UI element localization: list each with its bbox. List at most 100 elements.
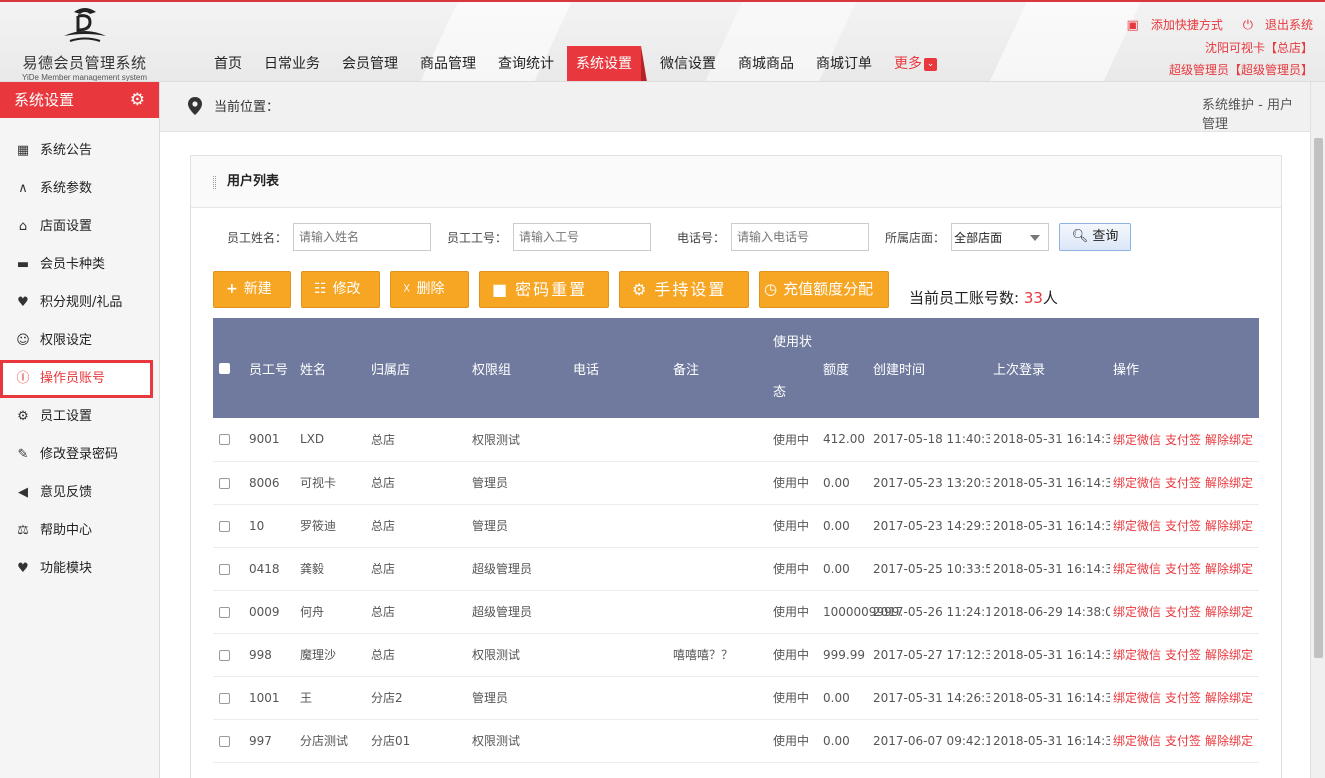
table-row[interactable]: 1001 王分店2 管理员 使用中 0.00 2017-05-31 14:26:39 201… [213, 676, 1259, 720]
query-button[interactable]: 🔍︎ 查询 [1059, 223, 1132, 251]
unbind-link[interactable]: 解除绑定 [1205, 519, 1253, 533]
delete-button[interactable]: ☓ 删除 [390, 271, 469, 308]
bind-wechat-link[interactable]: 绑定微信 [1113, 734, 1161, 748]
sidebar-item-feedback[interactable]: ◀ 意见反馈 [0, 474, 159, 512]
select-all-checkbox[interactable] [219, 362, 230, 374]
column-header[interactable]: 归属店 [368, 318, 469, 418]
column-header[interactable]: 备注 [670, 318, 770, 418]
sidebar-item-announcement[interactable]: ▦ 系统公告 [0, 132, 159, 170]
column-header[interactable]: 员工号 [246, 318, 297, 418]
table-row[interactable]: 0418 龚毅 总店 超级管理员 使用中 0.00 2017-05-25 10:33:50 2… [213, 547, 1259, 591]
table-row[interactable]: 997 分店测试 分店01 权限测试 使用中 0.00 2017-06-07 09:42:1… [213, 719, 1259, 763]
nav-item-wechat[interactable]: 微信设置 [651, 46, 725, 81]
nav-item-stats[interactable]: 查询统计 [489, 46, 563, 81]
current-store[interactable]: 沈阳可视卡【总店】 [1111, 37, 1313, 59]
sidebar-item-staff[interactable]: ⚙ 员工设置 [0, 398, 159, 436]
cell-store: 总店 [368, 504, 469, 548]
column-header[interactable]: 操作 [1110, 318, 1259, 418]
column-header[interactable]: 电话 [570, 318, 670, 418]
bind-wechat-link[interactable]: 绑定微信 [1113, 691, 1161, 705]
scrollbar-thumb[interactable] [1314, 138, 1323, 658]
staff-count-value: 33 [1023, 289, 1043, 307]
bind-wechat-link[interactable]: 绑定微信 [1113, 605, 1161, 619]
unbind-link[interactable]: 解除绑定 [1205, 648, 1253, 662]
unbind-link[interactable]: 解除绑定 [1205, 562, 1253, 576]
gear-icon[interactable]: ⚙ [130, 82, 145, 118]
new-button[interactable]: + 新建 [213, 271, 291, 308]
payment-sign-link[interactable]: 支付签 [1165, 648, 1201, 662]
bind-wechat-link[interactable]: 绑定微信 [1113, 562, 1161, 576]
nav-item-mall-orders[interactable]: 商城订单 [807, 46, 881, 81]
row-checkbox[interactable] [219, 434, 230, 446]
table-row[interactable]: 998 魔理沙 总店 权限测试 嘻嘻嘻？？ 使用中 999.99 2017-05-27 17:… [213, 633, 1259, 677]
bind-wechat-link[interactable]: 绑定微信 [1113, 476, 1161, 490]
phone-input[interactable] [731, 223, 870, 251]
payment-sign-link[interactable]: 支付签 [1165, 734, 1201, 748]
bind-wechat-link[interactable]: 绑定微信 [1113, 433, 1161, 447]
page-scrollbar[interactable] [1310, 82, 1325, 778]
nav-item-home[interactable]: 首页 [205, 46, 251, 81]
row-checkbox[interactable] [219, 563, 230, 575]
nav-item-products[interactable]: 商品管理 [411, 46, 485, 81]
store-select[interactable]: 全部店面 [951, 223, 1050, 251]
sidebar-item-parameters[interactable]: ∧ 系统参数 [0, 170, 159, 208]
row-checkbox[interactable] [219, 606, 230, 618]
bind-wechat-link[interactable]: 绑定微信 [1113, 519, 1161, 533]
row-checkbox[interactable] [219, 692, 230, 704]
row-checkbox[interactable] [219, 735, 230, 747]
sidebar-item-card-types[interactable]: ▬ 会员卡种类 [0, 246, 159, 284]
row-checkbox[interactable] [219, 520, 230, 532]
payment-sign-link[interactable]: 支付签 [1165, 433, 1201, 447]
nav-item-members[interactable]: 会员管理 [333, 46, 407, 81]
row-checkbox[interactable] [219, 477, 230, 489]
sidebar-item-permissions[interactable]: ☺ 权限设定 [0, 322, 159, 360]
payment-sign-link[interactable]: 支付签 [1165, 605, 1201, 619]
unbind-link[interactable]: 解除绑定 [1205, 734, 1253, 748]
table-row[interactable]: 8006 可视卡 总店 管理员 使用中 0.00 2017-05-23 13:20:32 20… [213, 461, 1259, 505]
name-input[interactable] [293, 223, 432, 251]
payment-sign-link[interactable]: 支付签 [1165, 519, 1201, 533]
cell-group: 权限测试 [469, 633, 570, 677]
sidebar-item-operator-accounts[interactable]: Ⓘ 操作员账号 [0, 360, 153, 398]
unbind-link[interactable]: 解除绑定 [1205, 691, 1253, 705]
handheld-settings-label: 手持设置 [654, 280, 727, 299]
column-header[interactable]: 权限组 [469, 318, 570, 418]
add-shortcut-link[interactable]: ▣ 添加快捷方式 [1119, 18, 1223, 33]
app-logo[interactable]: 易德会员管理系统 YiDe Member management system [12, 6, 157, 81]
nav-item-more[interactable]: 更多 ⌄ [885, 46, 946, 81]
nav-item-daily[interactable]: 日常业务 [255, 46, 329, 81]
table-row[interactable]: 0009 何舟 总店 超级管理员 使用中 1000009999. 2017-05-26 11… [213, 590, 1259, 634]
current-user[interactable]: 超级管理员【超级管理员】 [1111, 59, 1313, 81]
nav-item-settings[interactable]: 系统设置 [567, 46, 647, 81]
payment-sign-link[interactable]: 支付签 [1165, 476, 1201, 490]
handheld-settings-button[interactable]: ⚙ 手持设置 [619, 271, 749, 308]
cell-last-login: 2018-05-31 16:14:37 [990, 719, 1110, 763]
table-row[interactable]: 9001 LXD 总店 权限测试 使用中 412.00 2017-05-18 11:40:3… [213, 418, 1259, 462]
column-header[interactable]: 创建时间 [870, 318, 990, 418]
cell-store: 分店01 [368, 719, 469, 763]
row-checkbox[interactable] [219, 649, 230, 661]
logout-link[interactable]: ⏻ 退出系统 [1235, 18, 1313, 33]
sidebar-item-password[interactable]: ✎ 修改登录密码 [0, 436, 159, 474]
bind-wechat-link[interactable]: 绑定微信 [1113, 648, 1161, 662]
nav-item-mall-products[interactable]: 商城商品 [729, 46, 803, 81]
unbind-link[interactable]: 解除绑定 [1205, 433, 1253, 447]
unbind-link[interactable]: 解除绑定 [1205, 476, 1253, 490]
reset-password-button[interactable]: ■ 密码重置 [479, 271, 609, 308]
recharge-quota-button[interactable]: ◷ 充值额度分配 [759, 271, 889, 308]
payment-sign-link[interactable]: 支付签 [1165, 691, 1201, 705]
table-row[interactable]: 10 罗筱迪 总店 管理员 使用中 0.00 2017-05-23 14:29:38 2018… [213, 504, 1259, 548]
column-header[interactable]: 使用状态 [770, 318, 820, 418]
cell-created: 2017-05-27 17:12:33 [870, 633, 990, 677]
sidebar-item-modules[interactable]: ♥ 功能模块 [0, 550, 159, 588]
staff-id-input[interactable] [513, 223, 652, 251]
unbind-link[interactable]: 解除绑定 [1205, 605, 1253, 619]
column-header[interactable]: 上次登录 [990, 318, 1110, 418]
column-header[interactable]: 姓名 [297, 318, 368, 418]
sidebar-item-help[interactable]: ⚖ 帮助中心 [0, 512, 159, 550]
sidebar-item-points[interactable]: ♥ 积分规则/礼品 [0, 284, 159, 322]
edit-button[interactable]: ☷ 修改 [301, 271, 380, 308]
payment-sign-link[interactable]: 支付签 [1165, 562, 1201, 576]
column-header[interactable]: 额度 [820, 318, 870, 418]
sidebar-item-stores[interactable]: ⌂ 店面设置 [0, 208, 159, 246]
